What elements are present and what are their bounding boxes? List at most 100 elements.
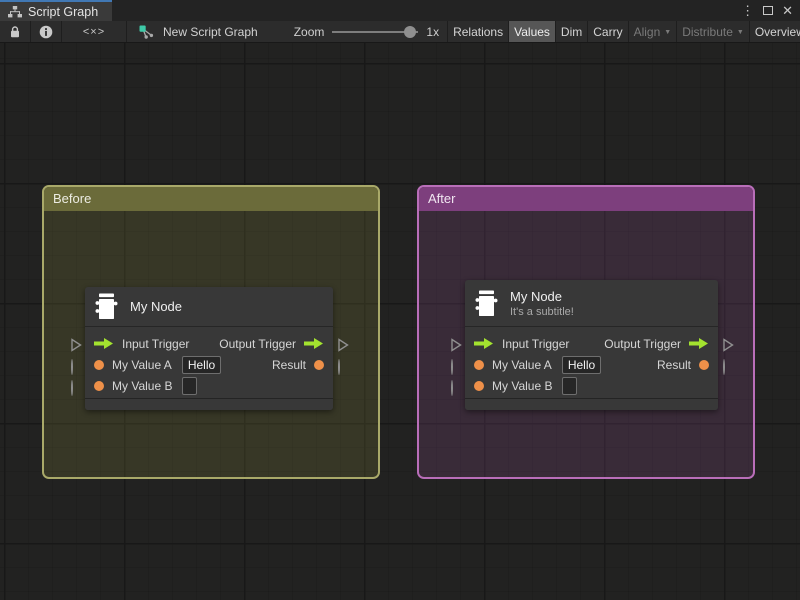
node-footer xyxy=(85,398,333,410)
info-icon xyxy=(39,25,53,39)
values-label: Values xyxy=(514,24,550,39)
unit-icon xyxy=(95,293,118,320)
graph-icon xyxy=(139,25,155,39)
outer-value-port[interactable] xyxy=(451,359,453,375)
graph-title-section: New Script Graph xyxy=(127,21,268,42)
port-label: My Value B xyxy=(492,378,553,393)
node-body: Input Trigger Output Trigger My Value A … xyxy=(465,327,718,398)
my-value-a-port[interactable]: My Value A Hello xyxy=(465,355,602,374)
port-row-trigger: Input Trigger Output Trigger xyxy=(465,333,718,354)
graph-canvas[interactable]: Before After My Node Input Trigger Outpu… xyxy=(0,43,800,600)
title-bar: Script Graph ⋮ ✕ xyxy=(0,0,800,21)
zoom-slider[interactable] xyxy=(332,25,419,39)
node-title: My Node xyxy=(130,299,183,314)
node-footer xyxy=(465,398,718,410)
toolbar-toggle-buttons: Relations Values Dim Carry Align ▼ Distr… xyxy=(447,21,800,42)
my-value-b-port[interactable]: My Value B xyxy=(85,376,198,395)
value-port-dot xyxy=(474,380,484,391)
lock-button[interactable] xyxy=(0,21,30,42)
close-icon[interactable]: ✕ xyxy=(782,4,793,17)
outer-trigger-port[interactable] xyxy=(337,338,349,352)
output-trigger-port[interactable]: Output Trigger xyxy=(219,337,333,351)
outer-value-port[interactable] xyxy=(723,359,725,375)
node-my-node-before[interactable]: My Node Input Trigger Output Trigger My … xyxy=(85,287,333,410)
relations-label: Relations xyxy=(453,24,504,39)
port-label: Input Trigger xyxy=(502,336,570,351)
outer-trigger-port[interactable] xyxy=(70,338,82,352)
output-trigger-port[interactable]: Output Trigger xyxy=(604,337,718,351)
group-before-header[interactable]: Before xyxy=(44,187,378,211)
node-subtitle: It's a subtitle! xyxy=(510,305,574,318)
port-label: Input Trigger xyxy=(122,336,190,351)
kebab-menu-icon[interactable]: ⋮ xyxy=(741,4,754,17)
result-port[interactable]: Result xyxy=(272,358,333,372)
carry-label: Carry xyxy=(593,24,623,39)
window-controls: ⋮ ✕ xyxy=(741,0,800,21)
port-label: My Value B xyxy=(112,378,173,393)
port-label: Output Trigger xyxy=(219,336,296,351)
value-port-dot xyxy=(699,359,709,370)
value-b-field[interactable] xyxy=(562,376,578,395)
node-header: My Node It's a subtitle! xyxy=(465,280,718,327)
values-button[interactable]: Values xyxy=(509,21,556,42)
overview-label: Overview xyxy=(754,24,800,39)
dim-button[interactable]: Dim xyxy=(556,21,589,42)
port-row-value-a: My Value A Hello Result xyxy=(85,354,333,375)
trigger-arrow-icon xyxy=(94,338,113,349)
trigger-arrow-icon xyxy=(474,338,493,349)
zoom-control: Zoom 1x xyxy=(268,21,447,42)
trigger-arrow-icon xyxy=(689,338,708,349)
port-row-value-b: My Value B xyxy=(85,375,333,396)
port-row-value-b: My Value B xyxy=(465,375,718,396)
port-row-trigger: Input Trigger Output Trigger xyxy=(85,333,333,354)
input-trigger-port[interactable]: Input Trigger xyxy=(85,337,189,351)
overview-button[interactable]: Overview xyxy=(750,21,800,42)
tab-label: Script Graph xyxy=(28,4,99,19)
outer-value-port[interactable] xyxy=(338,359,340,375)
script-graph-icon xyxy=(8,5,22,18)
outer-value-port[interactable] xyxy=(71,359,73,375)
zoom-level: 1x xyxy=(426,24,440,39)
distribute-dropdown[interactable]: Distribute ▼ xyxy=(677,21,750,42)
my-value-a-port[interactable]: My Value A Hello xyxy=(85,355,222,374)
lock-icon xyxy=(8,25,22,38)
node-titles: My Node xyxy=(130,299,182,314)
info-button[interactable] xyxy=(31,21,61,42)
unit-icon xyxy=(475,290,498,317)
result-port[interactable]: Result xyxy=(657,358,718,372)
dim-label: Dim xyxy=(560,24,583,39)
group-after-header[interactable]: After xyxy=(419,187,753,211)
outer-value-port[interactable] xyxy=(451,380,453,396)
zoom-slider-handle[interactable] xyxy=(404,25,417,38)
code-view-button[interactable]: <×> xyxy=(62,21,126,42)
input-trigger-port[interactable]: Input Trigger xyxy=(465,337,569,351)
node-titles: My Node It's a subtitle! xyxy=(510,289,574,318)
carry-button[interactable]: Carry xyxy=(588,21,629,42)
trigger-arrow-icon xyxy=(304,338,323,349)
value-port-dot xyxy=(94,380,104,391)
outer-trigger-port[interactable] xyxy=(450,338,462,352)
node-title: My Node xyxy=(510,288,563,304)
value-a-field[interactable]: Hello xyxy=(561,355,602,374)
group-after-label: After xyxy=(428,191,456,206)
relations-button[interactable]: Relations xyxy=(448,21,510,42)
port-label: Result xyxy=(271,357,306,372)
my-value-b-port[interactable]: My Value B xyxy=(465,376,578,395)
align-label: Align xyxy=(633,24,661,39)
port-row-value-a: My Value A Hello Result xyxy=(465,354,718,375)
port-label: My Value A xyxy=(112,357,172,372)
group-before-label: Before xyxy=(53,191,92,206)
outer-value-port[interactable] xyxy=(71,380,73,396)
graph-toolbar: <×> New Script Graph Zoom 1x Relations V… xyxy=(0,21,800,43)
node-header: My Node xyxy=(85,287,333,327)
distribute-label: Distribute xyxy=(682,24,733,39)
maximize-icon[interactable] xyxy=(763,6,774,15)
align-dropdown[interactable]: Align ▼ xyxy=(629,21,678,42)
value-port-dot xyxy=(474,359,484,370)
node-my-node-after[interactable]: My Node It's a subtitle! Input Trigger O… xyxy=(465,280,718,410)
tab-script-graph[interactable]: Script Graph xyxy=(0,0,113,21)
value-a-field[interactable]: Hello xyxy=(181,355,222,374)
value-b-field[interactable] xyxy=(182,376,198,395)
zoom-label: Zoom xyxy=(293,24,325,39)
outer-trigger-port[interactable] xyxy=(722,338,734,352)
